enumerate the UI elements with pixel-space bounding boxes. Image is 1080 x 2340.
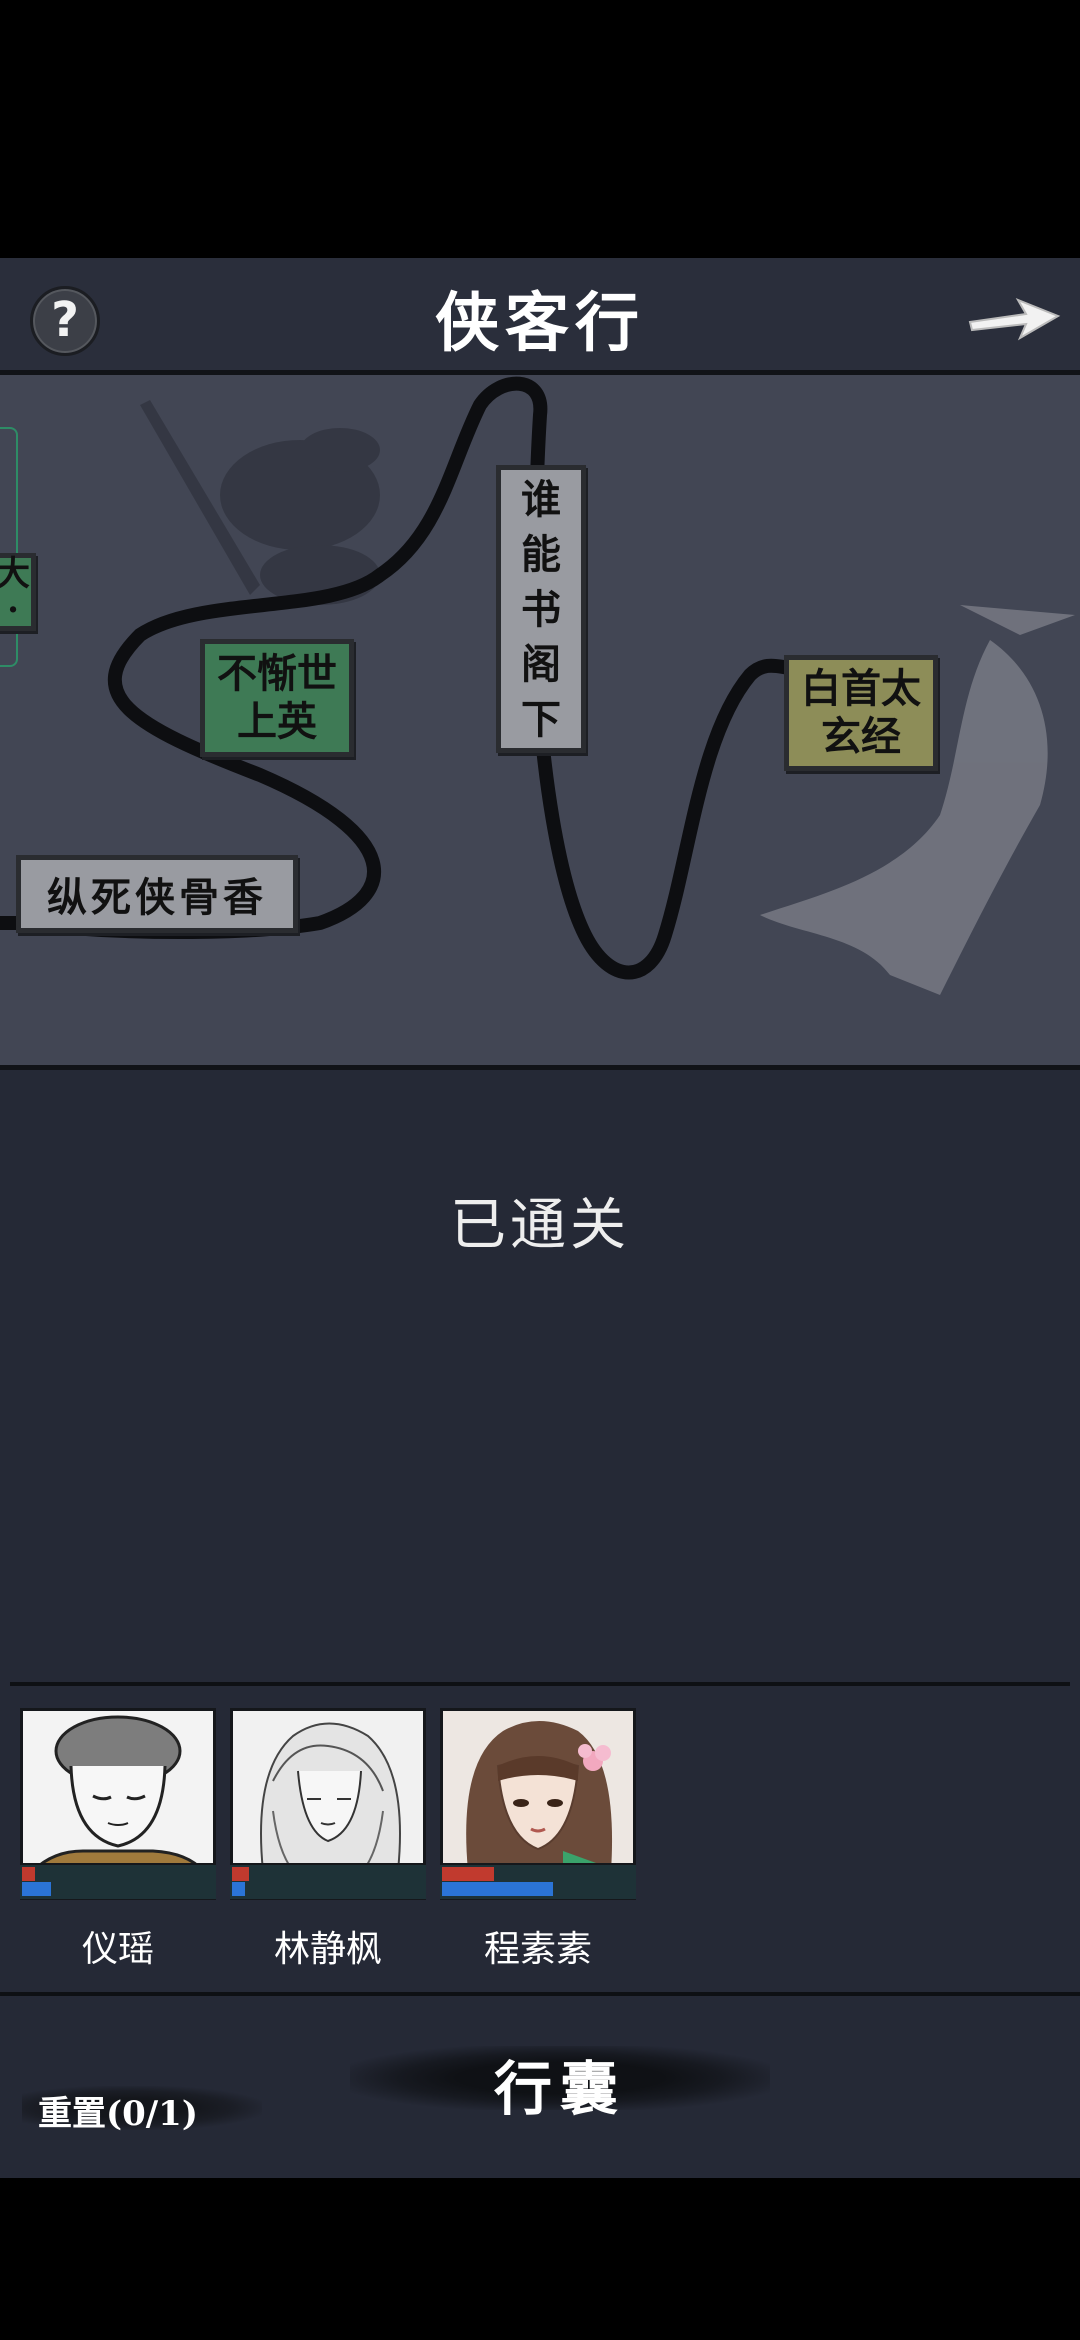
level-node-label: · [7, 590, 19, 630]
level-node-label: 玄经 [821, 713, 901, 760]
level-node-label: 谁 [521, 475, 561, 523]
side-panel-frame [0, 427, 18, 667]
level-node-label: 白首太 [801, 665, 921, 712]
bottom-bar: 重置(0/1) 行囊 [0, 1996, 1080, 2178]
level-node-buxi[interactable]: 不惭世 上英 [200, 639, 354, 757]
stage-status-text: 已通关 [450, 1193, 630, 1258]
maiden-portrait-icon [443, 1711, 633, 1871]
level-node-partial[interactable]: 大 · [0, 553, 36, 631]
level-node-shuineng[interactable]: 谁 能 书 阁 下 [496, 465, 586, 753]
level-node-zongsi[interactable]: 纵死侠骨香 [16, 855, 298, 933]
level-node-label: 下 [521, 695, 561, 743]
inventory-bag-button[interactable]: 行囊 [350, 2026, 770, 2126]
mp-bar [22, 1882, 51, 1896]
status-bars [440, 1863, 636, 1899]
member-name: 林静枫 [273, 1929, 382, 1970]
swordsman-portrait-icon [233, 1711, 423, 1872]
hp-bar [442, 1867, 494, 1881]
hp-bar [232, 1867, 249, 1881]
level-map: 大 · 不惭世 上英 谁 能 书 阁 下 白首太 玄经 纵死侠骨香 [0, 370, 1080, 1070]
level-node-label: 纵死侠骨香 [47, 874, 267, 921]
mp-bar [232, 1882, 245, 1896]
inventory-bag-label: 行囊 [493, 2055, 626, 2123]
page-title: 侠客行 [435, 286, 645, 361]
member-name: 仪瑶 [81, 1929, 154, 1970]
level-node-label: 不惭世 [217, 650, 337, 697]
level-node-label: 能 [521, 530, 561, 578]
member-name: 程素素 [483, 1929, 592, 1970]
level-node-label: 大 [0, 556, 30, 592]
level-node-label: 书 [521, 585, 561, 633]
divider [10, 1682, 1070, 1686]
reset-button[interactable]: 重置(0/1) [22, 2076, 262, 2140]
reset-label: 重置(0/1) [38, 2094, 198, 2134]
monk-portrait-icon [23, 1711, 213, 1873]
level-node-baishou[interactable]: 白首太 玄经 [784, 655, 938, 771]
game-screen: ? 侠客行 大 · 不惭世 [0, 258, 1080, 2178]
next-arrow-icon[interactable] [966, 284, 1062, 348]
status-bars [230, 1863, 426, 1899]
hp-bar [22, 1867, 35, 1881]
top-bar: ? 侠客行 [0, 258, 1080, 370]
level-node-label: 上英 [237, 698, 317, 745]
level-node-label: 阁 [521, 640, 561, 688]
status-bars [20, 1863, 216, 1899]
mp-bar [442, 1882, 553, 1896]
